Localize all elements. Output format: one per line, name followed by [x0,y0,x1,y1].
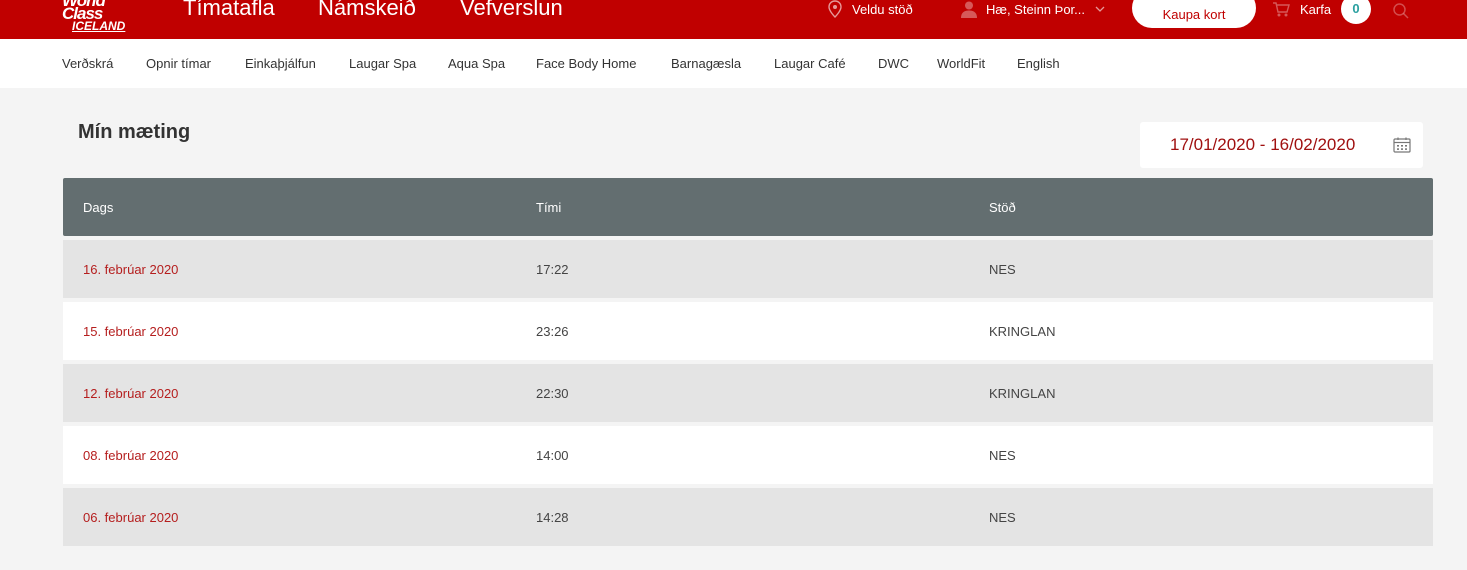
nav-namskeid[interactable]: Námskeið [318,0,416,21]
row-station: NES [989,448,1016,463]
logo-line2: ICELAND [72,19,126,33]
row-time: 14:00 [536,448,569,463]
top-bar: World Class ICELAND Tímatafla Námskeið V… [0,0,1467,39]
table-row: 12. febrúar 2020 22:30 KRINGLAN [63,364,1433,422]
chevron-down-icon [1095,6,1105,12]
station-label: Veldu stöð [852,1,913,17]
subnav-english[interactable]: English [1017,56,1060,71]
secondary-nav: Verðskrá Opnir tímar Einkaþjálfun Laugar… [0,39,1467,88]
row-station: KRINGLAN [989,324,1056,339]
column-header-station: Stöð [989,200,1016,215]
row-time: 17:22 [536,262,569,277]
column-header-time: Tími [536,200,562,215]
station-selector[interactable]: Veldu stöð [828,0,913,18]
subnav-barnagaesla[interactable]: Barnagæsla [671,56,741,71]
subnav-verdskra[interactable]: Verðskrá [62,56,113,71]
row-date: 15. febrúar 2020 [83,324,179,339]
table-row: 06. febrúar 2020 14:28 NES [63,488,1433,546]
subnav-dwc[interactable]: DWC [878,56,909,71]
cart-count-badge: 0 [1341,0,1371,24]
table-row: 15. febrúar 2020 23:26 KRINGLAN [63,302,1433,360]
row-date: 08. febrúar 2020 [83,448,179,463]
table-row: 16. febrúar 2020 17:22 NES [63,240,1433,298]
search-button[interactable] [1392,2,1410,25]
nav-vefverslun[interactable]: Vefverslun [460,0,563,21]
user-menu[interactable]: Hæ, Steinn Þor... [960,0,1105,18]
row-date: 06. febrúar 2020 [83,510,179,525]
row-date: 12. febrúar 2020 [83,386,179,401]
table-header: Dags Tími Stöð [63,178,1433,236]
map-pin-icon [828,0,842,18]
search-icon [1393,3,1409,19]
table-row: 08. febrúar 2020 14:00 NES [63,426,1433,484]
column-header-date: Dags [83,200,114,215]
world-class-logo[interactable]: World Class ICELAND [62,0,142,33]
subnav-laugar-cafe[interactable]: Laugar Café [774,56,846,71]
cart-label: Karfa [1300,1,1332,17]
cart-link[interactable]: Karfa [1272,0,1331,18]
subnav-aqua-spa[interactable]: Aqua Spa [448,56,505,71]
subnav-opnir-timar[interactable]: Opnir tímar [146,56,211,71]
subnav-laugar-spa[interactable]: Laugar Spa [349,56,416,71]
user-greeting: Hæ, Steinn Þor... [986,1,1085,17]
cart-icon [1273,2,1290,17]
user-icon [961,1,977,18]
nav-timatafla[interactable]: Tímatafla [183,0,275,21]
subnav-worldfit[interactable]: WorldFit [937,56,985,71]
row-station: KRINGLAN [989,386,1056,401]
subnav-face-body-home[interactable]: Face Body Home [536,56,636,71]
row-station: NES [989,262,1016,277]
calendar-icon [1393,137,1411,153]
logo-line1: World Class [62,0,106,23]
subnav-einkathjalfun[interactable]: Einkaþjálfun [245,56,316,71]
row-time: 22:30 [536,386,569,401]
row-time: 14:28 [536,510,569,525]
buy-card-button[interactable]: Kaupa kort [1132,0,1256,28]
date-range-picker[interactable]: 17/01/2020 - 16/02/2020 [1140,122,1423,168]
date-range-value: 17/01/2020 - 16/02/2020 [1170,135,1356,154]
row-date: 16. febrúar 2020 [83,262,179,277]
row-station: NES [989,510,1016,525]
row-time: 23:26 [536,324,569,339]
page-title: Mín mæting [78,121,191,143]
